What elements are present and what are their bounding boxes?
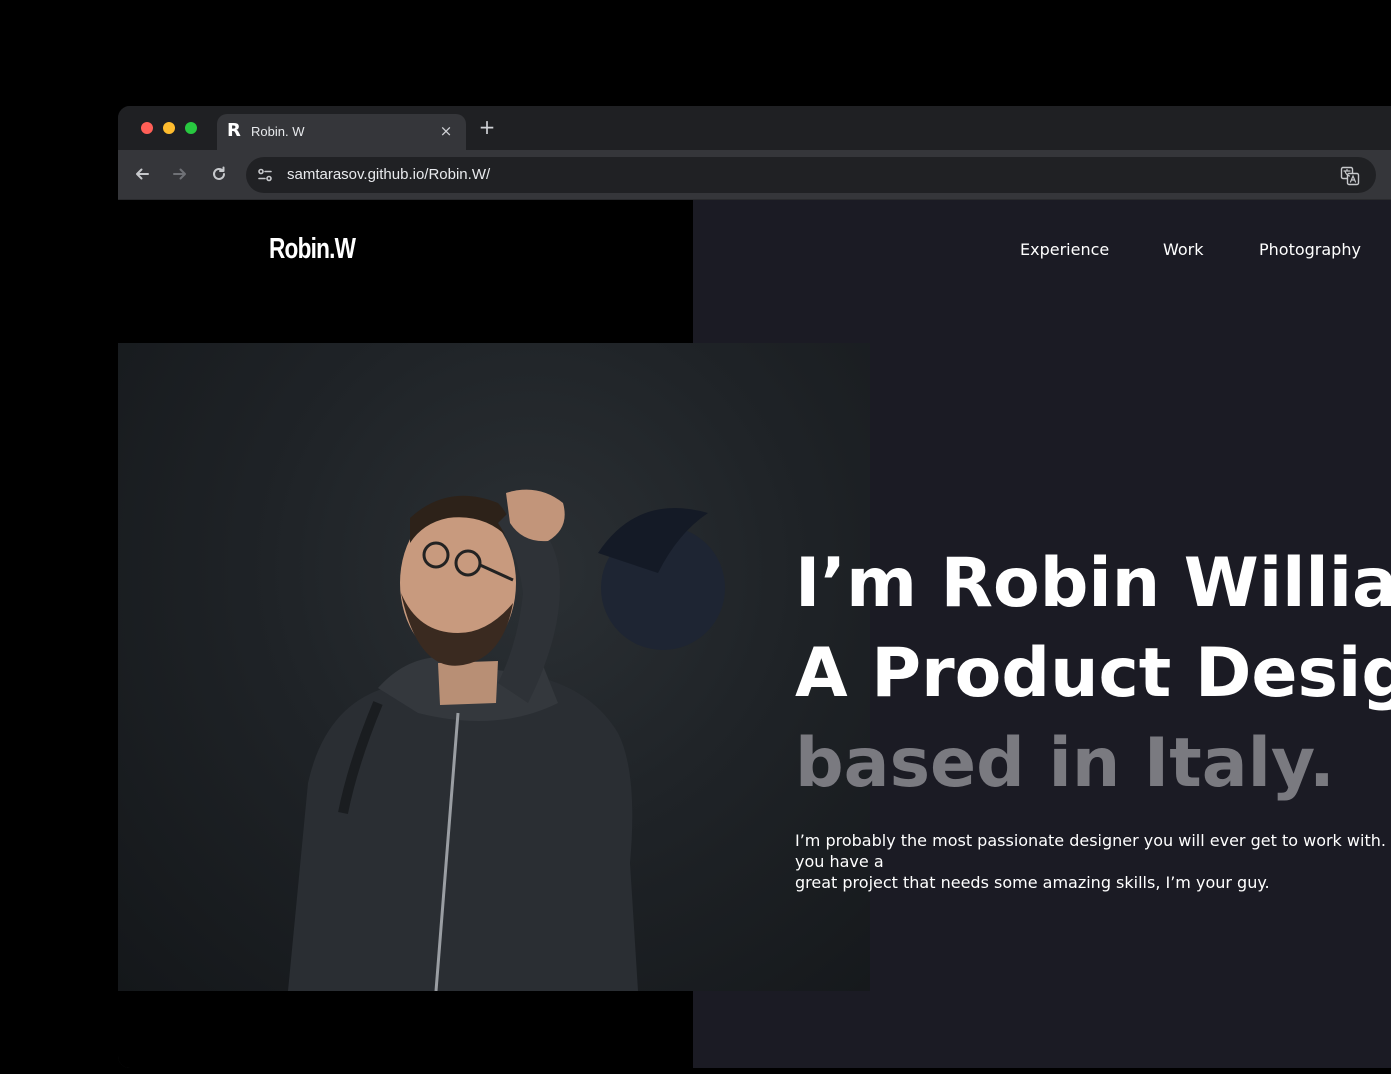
portrait-illustration [288, 489, 725, 991]
tab-title: Robin. W [251, 124, 305, 139]
url-text[interactable]: samtarasov.github.io/Robin.W/ [287, 167, 490, 183]
site-logo[interactable]: Robin.W [269, 232, 356, 266]
browser-window: R Robin. W × + samtarasov.github.io/Robi… [118, 106, 1391, 1068]
favicon-icon: R [227, 120, 241, 141]
tune-icon [258, 168, 272, 182]
minimize-window-button[interactable] [163, 122, 175, 134]
intro-paragraph: I’m probably the most passionate designe… [795, 830, 1391, 893]
browser-toolbar: samtarasov.github.io/Robin.W/ [118, 150, 1391, 200]
arrow-right-icon [173, 168, 186, 180]
nav-experience[interactable]: Experience [1020, 240, 1109, 260]
address-bar[interactable]: samtarasov.github.io/Robin.W/ [246, 157, 1376, 193]
arrow-left-icon [136, 168, 149, 180]
headline-line-1: I’m Robin William, [795, 544, 1391, 623]
translate-button[interactable] [1340, 166, 1360, 186]
back-button[interactable] [130, 162, 154, 186]
site-info-button[interactable] [256, 166, 274, 184]
reload-button[interactable] [207, 162, 231, 186]
close-window-button[interactable] [141, 122, 153, 134]
headline-line-3: based in Italy. [795, 724, 1335, 803]
nav-photography[interactable]: Photography [1259, 240, 1361, 260]
intro-line-1: I’m probably the most passionate designe… [795, 831, 1391, 871]
page-viewport: Robin.W Experience Work Photography I’m … [118, 200, 1391, 1068]
tab-strip: R Robin. W × + [118, 106, 1391, 150]
new-tab-button[interactable]: + [478, 116, 496, 138]
forward-button[interactable] [168, 162, 192, 186]
nav-work[interactable]: Work [1163, 240, 1204, 260]
translate-icon [1340, 166, 1360, 186]
reload-icon [213, 166, 225, 180]
portrait-photo [118, 343, 870, 991]
maximize-window-button[interactable] [185, 122, 197, 134]
tab-robin-w[interactable]: R Robin. W × [217, 114, 466, 150]
headline-line-2: A Product Designer [795, 634, 1391, 713]
intro-line-2: great project that needs some amazing sk… [795, 873, 1270, 892]
close-tab-icon[interactable]: × [438, 123, 454, 139]
